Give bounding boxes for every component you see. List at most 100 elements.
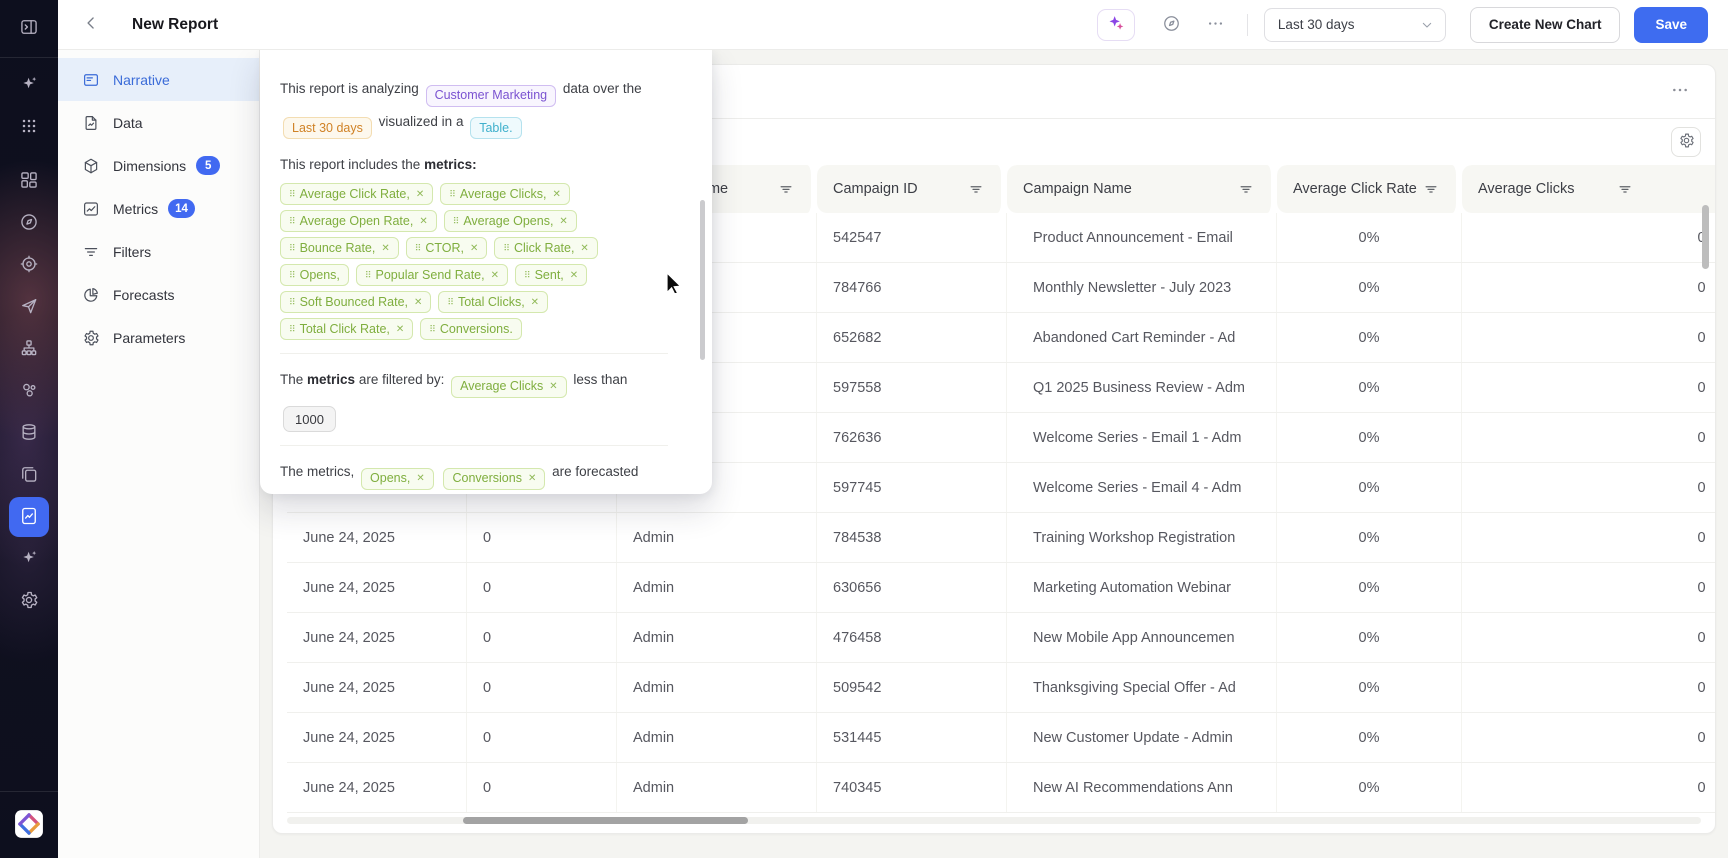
cell-average-clicks: 0	[1462, 763, 1715, 812]
narrative-chip[interactable]: Last 30 days	[283, 117, 372, 139]
narrative-chip[interactable]: ⠿Average Click Rate,✕	[280, 183, 433, 205]
narrative-chip[interactable]: ⠿ Average Clicks, ✕	[440, 183, 570, 205]
narrative-chip[interactable]: ⠿Total Click Rate,✕	[280, 318, 413, 340]
cell-send-date: June 24, 2025	[287, 663, 467, 712]
filter-icon[interactable]	[777, 180, 795, 198]
drag-handle-icon[interactable]: ⠿	[289, 216, 295, 227]
narrative-chip[interactable]: ⠿Average Opens,✕	[444, 210, 577, 232]
sidebar-item-data[interactable]: Data	[58, 101, 259, 144]
drag-handle-icon[interactable]: ⠿	[289, 189, 295, 200]
drag-handle-icon[interactable]: ⠿	[289, 243, 295, 254]
rail-item-settings[interactable]	[9, 581, 49, 621]
rail-item-target[interactable]	[9, 245, 49, 285]
cell-campaign-name: Thanksgiving Special Offer - Ad	[1007, 663, 1277, 712]
value-box[interactable]: 1000	[283, 406, 336, 432]
table-row: June 24, 20250Admin509542Thanksgiving Sp…	[287, 663, 1715, 713]
rail-item-apps-grid[interactable]	[9, 107, 49, 147]
close-icon[interactable]: ✕	[396, 324, 404, 335]
sidebar-item-parameters[interactable]: Parameters	[58, 316, 259, 359]
close-icon[interactable]: ✕	[414, 297, 422, 308]
sidebar-item-forecasts[interactable]: Forecasts	[58, 273, 259, 316]
narrative-chip[interactable]: ⠿Sent,✕	[515, 264, 587, 286]
table-settings-button[interactable]	[1671, 127, 1701, 157]
sidebar-item-label: Forecasts	[113, 287, 174, 303]
cell-account-name: Admin	[617, 763, 817, 812]
close-icon[interactable]: ✕	[580, 243, 588, 254]
narrative-chip[interactable]: ⠿Total Clicks,✕	[438, 291, 548, 313]
table-row: June 24, 20250Admin630656Marketing Autom…	[287, 563, 1715, 613]
ai-assistant-button[interactable]	[1097, 9, 1135, 41]
sidebar-item-filters[interactable]: Filters	[58, 230, 259, 273]
narrative-chip[interactable]: ⠿ Click Rate, ✕	[494, 237, 597, 259]
horizontal-scrollbar-thumb[interactable]	[463, 817, 748, 824]
vertical-scrollbar-thumb[interactable]	[1702, 205, 1709, 269]
rail-item-report-active[interactable]	[9, 497, 49, 537]
save-button[interactable]: Save	[1634, 7, 1708, 43]
narrative-chip[interactable]: ⠿Average Open Rate,✕	[280, 210, 437, 232]
narrative-chip[interactable]: Conversions✕	[443, 468, 545, 490]
rail-item-dashboard[interactable]	[9, 161, 49, 201]
rail-item-bubbles[interactable]	[9, 371, 49, 411]
card-more-button[interactable]	[1665, 77, 1695, 107]
explore-button[interactable]	[1157, 10, 1187, 40]
cell-average-clicks: 0	[1462, 463, 1715, 512]
close-icon[interactable]: ✕	[419, 216, 427, 227]
parameters-icon	[82, 329, 100, 347]
close-icon[interactable]: ✕	[416, 464, 424, 493]
narrative-chip[interactable]: ⠿Bounce Rate,✕	[280, 237, 399, 259]
drag-handle-icon[interactable]: ⠿	[453, 216, 459, 227]
drag-handle-icon[interactable]: ⠿	[447, 297, 453, 308]
drag-handle-icon[interactable]: ⠿	[289, 324, 295, 335]
panel-scrollbar-thumb[interactable]	[700, 200, 705, 360]
filter-icon[interactable]	[967, 180, 985, 198]
close-icon[interactable]: ✕	[570, 270, 578, 281]
sidebar-item-metrics[interactable]: Metrics14	[58, 187, 259, 230]
narrative-chip[interactable]: ⠿Conversions.	[420, 318, 522, 340]
filter-icon[interactable]	[1237, 180, 1255, 198]
date-range-select[interactable]: Last 30 days	[1264, 8, 1446, 42]
drag-handle-icon[interactable]: ⠿	[365, 270, 371, 281]
close-icon[interactable]: ✕	[416, 189, 424, 200]
back-button[interactable]	[76, 10, 106, 40]
chip-label: Opens,	[300, 268, 340, 282]
narrative-chip[interactable]: ⠿Soft Bounced Rate,✕	[280, 291, 431, 313]
close-icon[interactable]: ✕	[549, 372, 557, 401]
rail-item-compass[interactable]	[9, 203, 49, 243]
drag-handle-icon[interactable]: ⠿	[289, 297, 295, 308]
chip-label: Click Rate,	[514, 241, 574, 255]
chip-label: Average Clicks,	[460, 187, 547, 201]
rail-item-sparkles[interactable]	[9, 65, 49, 105]
rail-item-sparkles[interactable]	[9, 539, 49, 579]
rail-item-hierarchy[interactable]	[9, 329, 49, 369]
filter-icon[interactable]	[1422, 180, 1440, 198]
sidebar-item-narrative[interactable]: Narrative	[58, 58, 259, 101]
drag-handle-icon[interactable]: ⠿	[289, 270, 295, 281]
sidebar-item-dimensions[interactable]: Dimensions5	[58, 144, 259, 187]
close-icon[interactable]: ✕	[491, 270, 499, 281]
drag-handle-icon[interactable]: ⠿	[524, 270, 530, 281]
drag-handle-icon[interactable]: ⠿	[429, 324, 435, 335]
close-icon[interactable]: ✕	[470, 243, 478, 254]
close-icon[interactable]: ✕	[531, 297, 539, 308]
close-icon[interactable]: ✕	[552, 189, 560, 200]
rail-item-copies[interactable]	[9, 455, 49, 495]
filter-icon[interactable]	[1616, 180, 1634, 198]
narrative-chip[interactable]: Average Clicks✕	[451, 376, 567, 398]
rail-item-sidebar-toggle[interactable]	[9, 8, 49, 48]
create-new-chart-button[interactable]: Create New Chart	[1470, 7, 1621, 43]
narrative-chip[interactable]: ⠿CTOR,✕	[406, 237, 488, 259]
drag-handle-icon[interactable]: ⠿	[415, 243, 421, 254]
close-icon[interactable]: ✕	[381, 243, 389, 254]
narrative-chip[interactable]: ⠿ Opens,	[280, 264, 349, 286]
close-icon[interactable]: ✕	[559, 216, 567, 227]
rail-item-send[interactable]	[9, 287, 49, 327]
narrative-chip[interactable]: Opens,✕	[361, 468, 434, 490]
close-icon[interactable]: ✕	[528, 464, 536, 493]
rail-item-database[interactable]	[9, 413, 49, 453]
drag-handle-icon[interactable]: ⠿	[503, 243, 509, 254]
more-options-button[interactable]	[1201, 10, 1231, 40]
narrative-chip[interactable]: ⠿Popular Send Rate,✕	[356, 264, 508, 286]
narrative-chip[interactable]: Customer Marketing	[426, 85, 557, 107]
narrative-chip[interactable]: Table.	[470, 117, 521, 139]
drag-handle-icon[interactable]: ⠿	[449, 189, 455, 200]
